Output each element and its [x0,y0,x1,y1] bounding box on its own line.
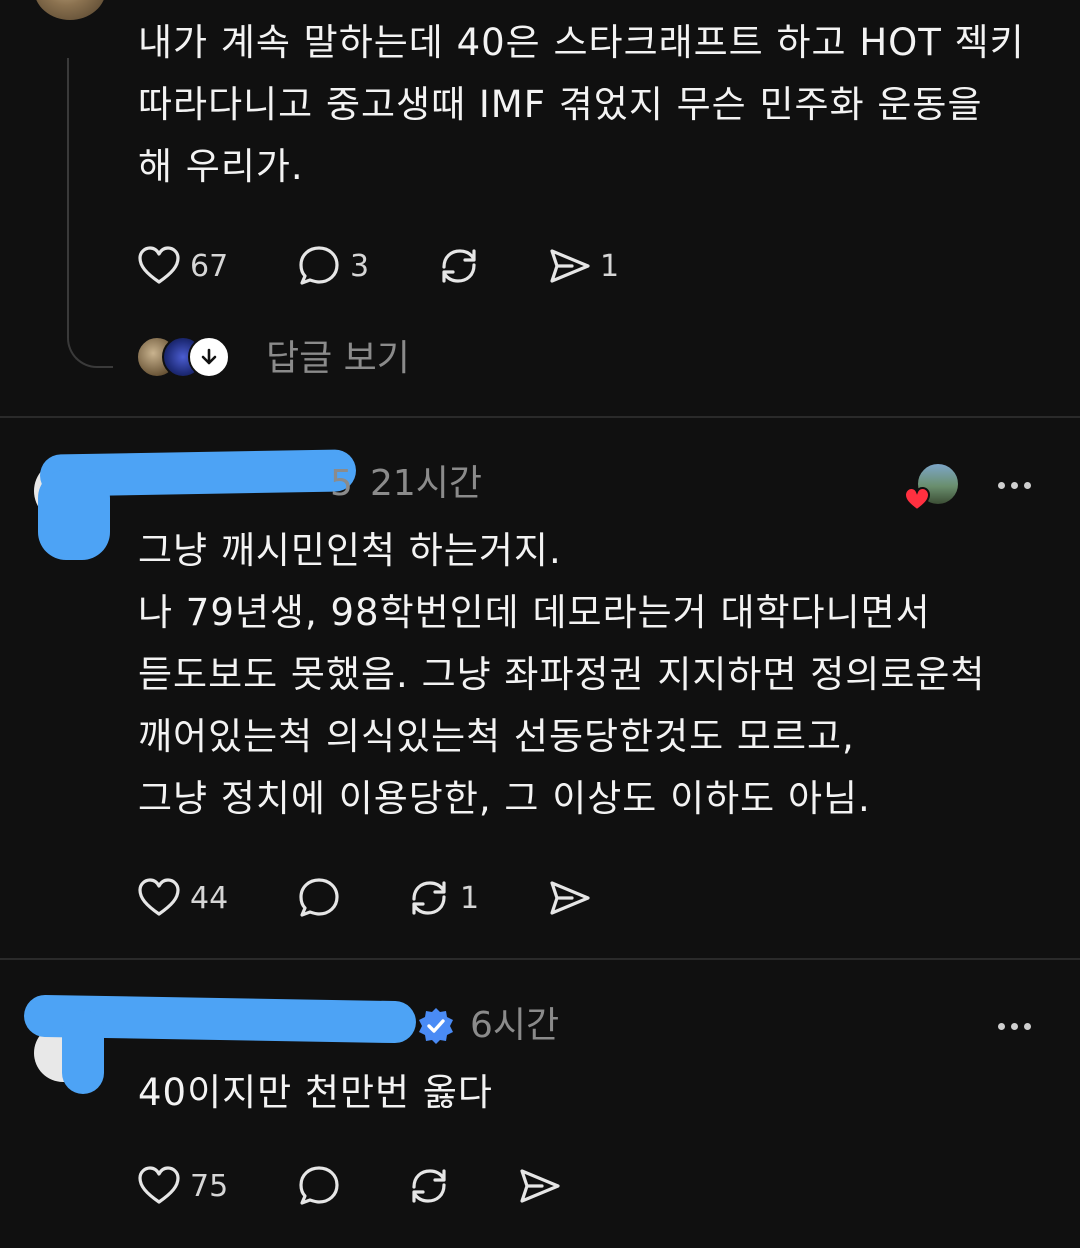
comment-icon [299,878,339,917]
thread-screen: 내가 계속 말하는데 40은 스타크래프트 하고 HOT 젝키 따라다니고 중고… [0,0,1080,1248]
send-icon [550,249,590,283]
more-options-button[interactable] [998,475,1038,495]
repost-count: 1 [460,880,480,916]
thread-connector-line [67,58,69,328]
heart-icon [138,246,180,284]
redaction-scribble [62,1010,104,1094]
divider [0,958,1080,960]
comment-count: 3 [350,248,370,284]
comment-button[interactable] [296,1162,350,1210]
like-button[interactable]: 67 [136,242,228,290]
post-timestamp: 21시간 [370,463,483,504]
comment-icon [299,246,339,285]
send-icon [550,881,590,915]
repost-button[interactable] [436,242,490,290]
comment-icon [299,1166,339,1205]
like-button[interactable]: 75 [136,1162,228,1210]
redaction-scribble [38,470,110,560]
avatar[interactable] [34,0,106,20]
send-icon [520,1169,560,1203]
like-count: 44 [190,880,229,916]
repost-button[interactable] [406,1162,460,1210]
more-options-button[interactable] [998,1016,1038,1036]
repost-icon [412,881,446,915]
username-fragment: 5 [330,463,353,504]
post-body: 내가 계속 말하는데 40은 스타크래프트 하고 HOT 젝키 따라다니고 중고… [138,21,1025,188]
repost-button[interactable]: 1 [406,874,479,922]
share-button[interactable]: 1 [546,242,619,290]
repost-icon [412,1169,446,1203]
thread-connector-curve [67,322,113,368]
expand-replies-icon[interactable] [188,336,230,378]
divider [0,416,1080,418]
comment-button[interactable] [296,874,350,922]
repost-icon [442,249,476,283]
share-button[interactable] [516,1162,570,1210]
view-replies-link[interactable]: 답글 보기 [266,336,410,382]
like-count: 75 [190,1168,229,1204]
comment-button[interactable]: 3 [296,242,369,290]
share-button[interactable] [546,874,600,922]
heart-icon [138,878,180,916]
post-body: 그냥 깨시민인척 하는거지. 나 79년생, 98학번인데 데모라는거 대학다니… [138,529,986,820]
share-count: 1 [600,248,620,284]
post-timestamp: 6시간 [470,1005,560,1046]
like-count: 67 [190,248,229,284]
heart-badge-icon [903,486,931,512]
verified-badge-icon [419,1008,453,1044]
post-body: 40이지만 천만번 옳다 [138,1071,493,1114]
like-button[interactable]: 44 [136,874,228,922]
heart-icon [138,1166,180,1204]
